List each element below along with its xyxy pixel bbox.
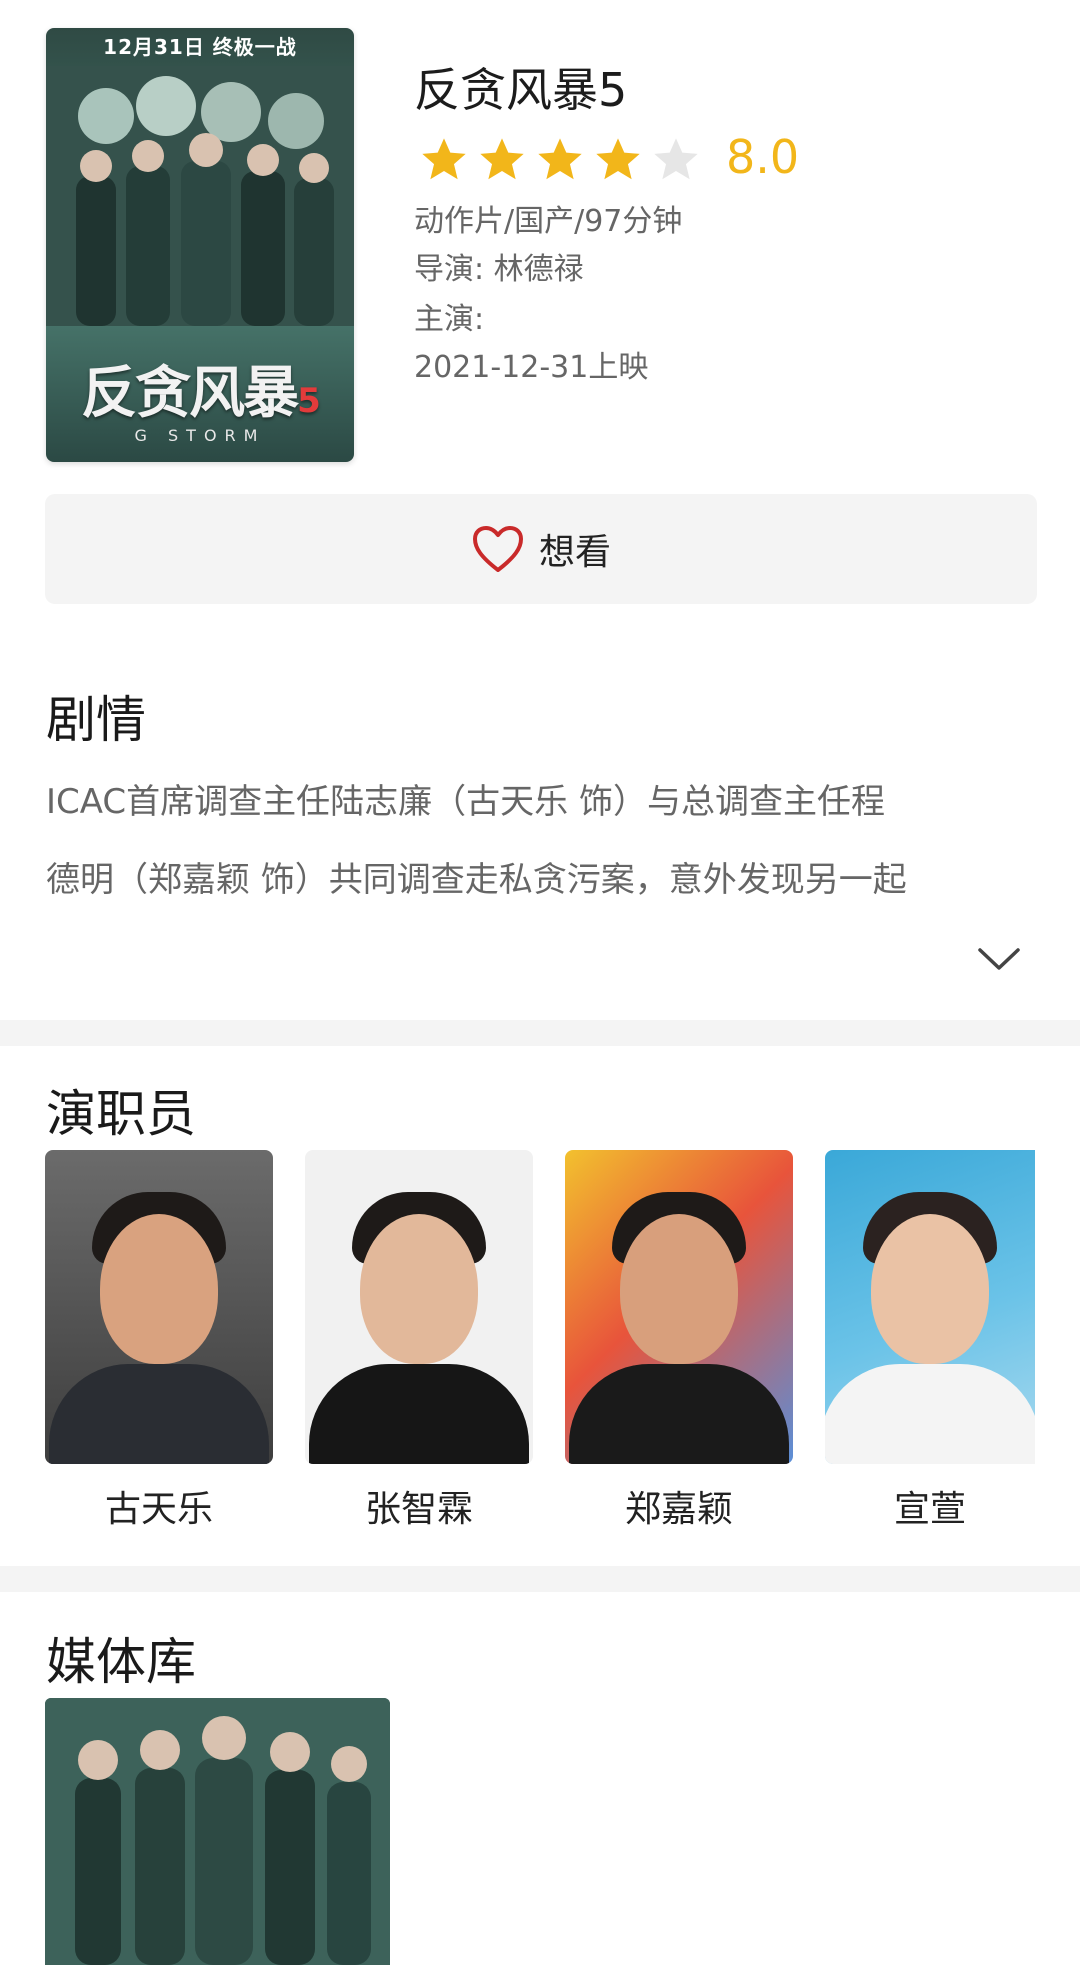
cast-card[interactable]: 古天乐 [45, 1150, 273, 1532]
poster-tagline: 12月31日 终极一战 [103, 35, 297, 59]
cast-name: 宣萱 [893, 1489, 966, 1530]
want-to-watch-button[interactable]: 想看 [45, 494, 1037, 604]
cast-line: 主演: [414, 302, 485, 337]
cast-card[interactable]: 郑嘉颖 [565, 1150, 793, 1532]
star-empty-icon [654, 138, 698, 180]
avatar [565, 1150, 793, 1464]
want-to-watch-label: 想看 [538, 532, 611, 573]
poster-figures [46, 66, 354, 326]
star-filled-icon [422, 138, 466, 180]
poster-subtitle: G STORM [134, 426, 266, 445]
heart-outline-icon [472, 526, 523, 572]
plot-text-line-2: 德明（郑嘉颖 饰）共同调查走私贪污案，意外发现另一起 [46, 860, 907, 900]
director-line: 导演: 林德禄 [414, 252, 584, 287]
cast-name: 张智霖 [364, 1489, 473, 1530]
section-divider [0, 1020, 1080, 1046]
avatar [45, 1150, 273, 1464]
media-heading: 媒体库 [46, 1633, 196, 1691]
media-image [45, 1698, 390, 1965]
section-divider [0, 1566, 1080, 1592]
release-date: 2021-12-31上映 [414, 350, 649, 385]
media-thumbnail[interactable] [45, 1698, 390, 1965]
plot-text-line-1: ICAC首席调查主任陆志廉（古天乐 饰）与总调查主任程 [46, 782, 885, 822]
avatar [305, 1150, 533, 1464]
star-filled-icon [596, 138, 640, 180]
movie-poster[interactable]: 12月31日 终极一战 反贪风暴5 G STORM [46, 28, 354, 462]
rating-score: 8.0 [726, 130, 800, 184]
avatar [825, 1150, 1035, 1464]
chevron-down-icon[interactable] [974, 942, 1024, 976]
cast-heading: 演职员 [46, 1085, 196, 1143]
cast-name: 古天乐 [104, 1489, 213, 1530]
genre-line: 动作片/国产/97分钟 [414, 204, 683, 239]
cast-card[interactable]: 张智霖 [305, 1150, 533, 1532]
rating-stars [418, 134, 702, 186]
star-filled-icon [538, 138, 582, 180]
plot-heading: 剧情 [46, 691, 146, 749]
cast-card[interactable]: 宣萱 [825, 1150, 1035, 1532]
cast-name: 郑嘉颖 [624, 1489, 733, 1530]
movie-title: 反贪风暴5 [414, 63, 628, 117]
poster-title: 反贪风暴5 [81, 361, 321, 426]
star-filled-icon [480, 138, 524, 180]
